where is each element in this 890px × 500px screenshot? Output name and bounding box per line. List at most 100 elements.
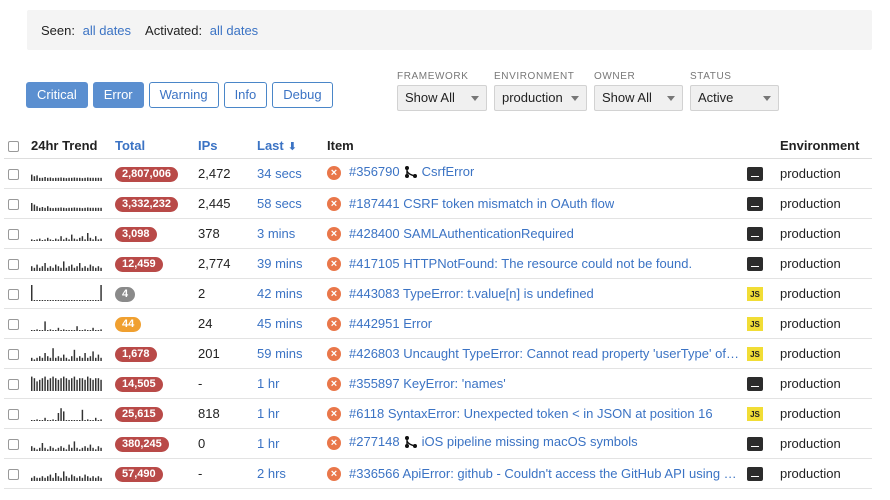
trend-bar (81, 410, 84, 422)
select-all-checkbox[interactable] (8, 140, 19, 152)
item-cell: × #442951 Error JS (327, 308, 780, 339)
row-checkbox[interactable] (8, 408, 19, 420)
item-link[interactable]: #336566 ApiError: github - Couldn't acce… (349, 466, 741, 481)
item-title: CSRF token mismatch in OAuth flow (403, 196, 615, 212)
last-seen-link[interactable]: 1 hr (257, 436, 279, 451)
trend-bar (47, 178, 49, 182)
item-link[interactable]: #187441 CSRF token mismatch in OAuth flo… (349, 196, 614, 211)
total-cell: 44 (115, 308, 198, 339)
table-row[interactable]: 380,245 0 1 hr × #277148 iOS pipeline missing… (4, 428, 872, 459)
row-checkbox[interactable] (8, 228, 19, 240)
trend-bar (100, 208, 102, 212)
last-seen-link[interactable]: 59 mins (257, 346, 303, 361)
trend-bar (33, 204, 36, 212)
trend-bar (41, 358, 44, 362)
row-checkbox[interactable] (8, 318, 19, 330)
last-seen-link[interactable]: 45 mins (257, 316, 303, 331)
table-row[interactable]: 57,490 -2 hrs × #336566 ApiError: github - … (4, 458, 872, 489)
item-link[interactable]: #442951 Error (349, 316, 432, 331)
trend-bar (36, 358, 38, 362)
item-link[interactable]: #355897 KeyError: 'names' (349, 376, 506, 391)
level-button-warning[interactable]: Warning (148, 82, 219, 108)
trend-bar (79, 356, 81, 362)
trend-bar (97, 446, 100, 452)
trend-bar (76, 380, 78, 392)
filter-label: FRAMEWORK (397, 71, 469, 82)
table-row[interactable]: 3,098 378 3 mins × #428400 SAMLAuthenticatio… (4, 218, 872, 249)
item-link[interactable]: #443083 TypeError: t.value[n] is undefin… (349, 286, 594, 301)
trend-bar (41, 207, 44, 212)
owner-select[interactable]: Show All (594, 85, 683, 111)
trend-bar (47, 206, 49, 212)
table-row[interactable]: 2,807,006 2,472 34 secs × #356790 CsrfError pr… (4, 158, 872, 189)
last-seen-link[interactable]: 58 secs (257, 196, 302, 211)
last-seen-link[interactable]: 1 hr (257, 376, 279, 391)
level-button-info[interactable]: Info (223, 82, 268, 108)
trend-bar (73, 177, 76, 182)
col-last[interactable]: Last ⬇ (257, 133, 327, 159)
level-button-critical[interactable]: Critical (26, 82, 88, 108)
trend-bar (49, 300, 52, 302)
table-row[interactable]: 25,615 818 1 hr × #6118 SyntaxError: Unexpec… (4, 398, 872, 429)
item-title: SAMLAuthenticationRequired (403, 226, 574, 242)
trend-bar (39, 178, 41, 182)
trend-bar (63, 329, 65, 332)
table-row[interactable]: 1,678 201 59 mins × #426803 Uncaught TypeErr… (4, 338, 872, 369)
trend-bar (55, 208, 57, 212)
row-checkbox[interactable] (8, 468, 19, 480)
row-checkbox[interactable] (8, 438, 19, 450)
table-row[interactable]: 4 2 42 mins × #443083 TypeError: t.value[n] … (4, 278, 872, 309)
trend-bar (97, 354, 100, 362)
terminal-platform-icon (747, 256, 763, 271)
trend-bar (44, 177, 46, 182)
framework-select[interactable]: Show All (397, 85, 487, 111)
last-seen-link[interactable]: 42 mins (257, 286, 303, 301)
trend-bar (95, 478, 97, 482)
trend-bar (89, 264, 92, 272)
trend-bar (84, 329, 86, 332)
table-row[interactable]: 14,505 -1 hr × #355897 KeyError: 'names' pro… (4, 368, 872, 399)
trend-bar (73, 441, 76, 452)
environment-select[interactable]: production (494, 85, 587, 111)
trend-bar (57, 266, 60, 272)
last-seen-link[interactable]: 1 hr (257, 406, 279, 421)
item-link[interactable]: #417105 HTTPNotFound: The resource could… (349, 256, 692, 271)
trend-cell (31, 428, 115, 459)
row-checkbox[interactable] (8, 168, 19, 180)
last-seen-link[interactable]: 39 mins (257, 256, 303, 271)
last-seen-link[interactable]: 34 secs (257, 166, 302, 181)
trend-sparkline (31, 408, 102, 422)
item-link[interactable]: #277148 iOS pipeline missing macOS symbol… (349, 434, 638, 451)
status-select[interactable]: Active (690, 85, 779, 111)
row-checkbox[interactable] (8, 198, 19, 210)
sort-down-icon: ⬇ (287, 140, 297, 153)
row-checkbox[interactable] (8, 348, 19, 360)
level-button-debug[interactable]: Debug (272, 82, 333, 108)
last-seen-link[interactable]: 3 mins (257, 226, 295, 241)
row-checkbox[interactable] (8, 288, 19, 300)
row-checkbox[interactable] (8, 378, 19, 390)
occurrence-count-badge: 3,098 (115, 226, 157, 242)
last-seen-link[interactable]: 2 hrs (257, 466, 286, 481)
col-ips[interactable]: IPs (198, 133, 257, 159)
item-link[interactable]: #428400 SAMLAuthenticationRequired (349, 226, 574, 241)
item-link[interactable]: #356790 CsrfError (349, 164, 474, 181)
trend-bar (79, 420, 81, 422)
trend-bar (68, 266, 70, 272)
col-total[interactable]: Total (115, 133, 198, 159)
item-cell: × #443083 TypeError: t.value[n] is undefi… (327, 278, 780, 309)
row-checkbox[interactable] (8, 258, 19, 270)
item-id: #426803 (349, 346, 400, 362)
seen-date-link[interactable]: all dates (83, 23, 131, 38)
last-seen-cell: 45 mins (257, 308, 327, 339)
table-row[interactable]: 12,459 2,774 39 mins × #417105 HTTPNotFound:… (4, 248, 872, 279)
filter-label: STATUS (690, 71, 732, 82)
filter-label: ENVIRONMENT (494, 71, 575, 82)
level-button-error[interactable]: Error (92, 82, 144, 108)
item-link[interactable]: #6118 SyntaxError: Unexpected token < in… (349, 406, 713, 421)
trend-bar (89, 300, 92, 302)
table-row[interactable]: 44 24 45 mins × #442951 Error JS production (4, 308, 872, 339)
activated-date-link[interactable]: all dates (210, 23, 258, 38)
item-link[interactable]: #426803 Uncaught TypeError: Cannot read … (349, 346, 741, 361)
table-row[interactable]: 3,332,232 2,445 58 secs × #187441 CSRF token… (4, 188, 872, 219)
